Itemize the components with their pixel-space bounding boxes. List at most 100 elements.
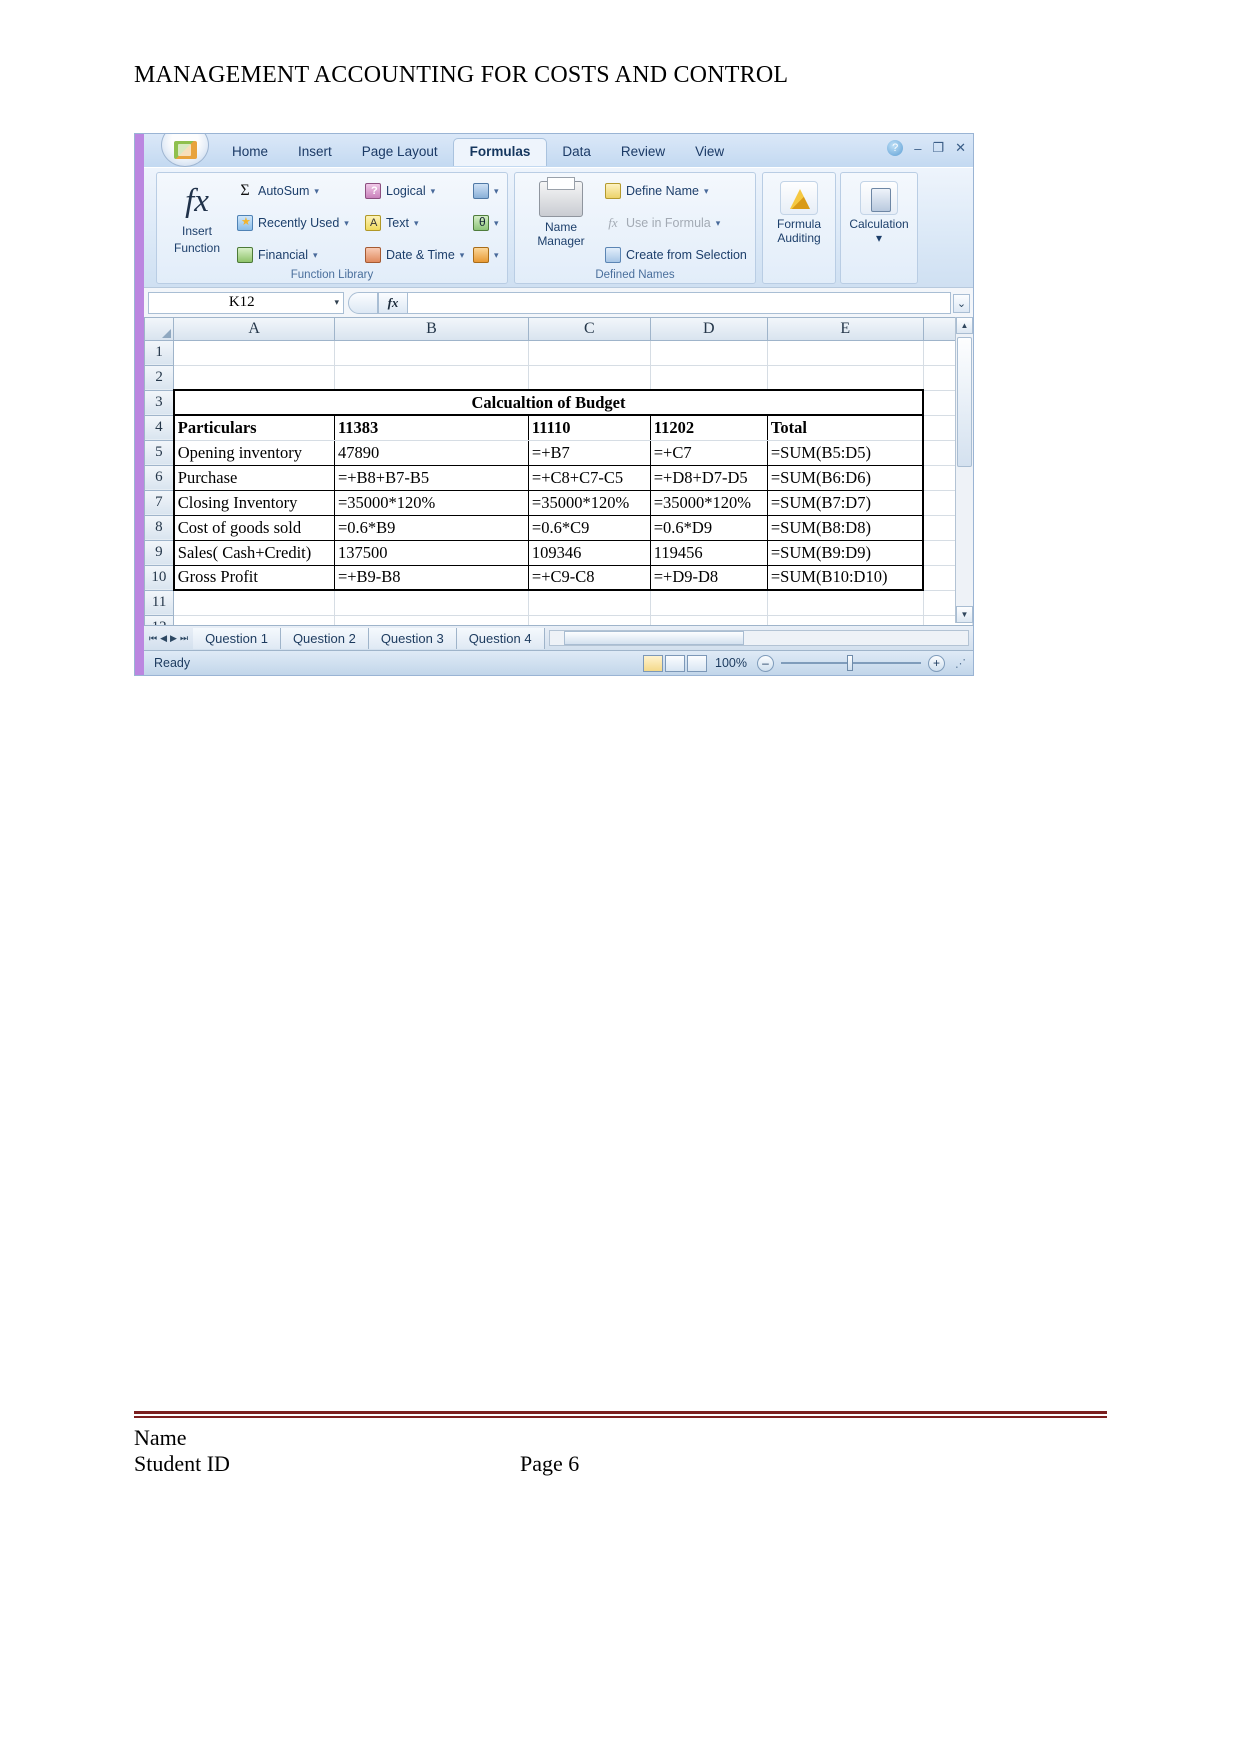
normal-view-icon[interactable] <box>643 654 664 672</box>
close-icon[interactable]: ✕ <box>955 140 966 156</box>
page-break-view-icon[interactable] <box>687 654 708 672</box>
cell-c6[interactable]: =+C8+C7-C5 <box>528 465 651 491</box>
cell-a6[interactable]: Purchase <box>172 465 335 491</box>
zoom-handle[interactable] <box>847 655 853 671</box>
column-header-d[interactable]: D <box>649 318 768 341</box>
scroll-up-icon[interactable]: ▲ <box>956 317 973 334</box>
cell-b2[interactable] <box>334 365 529 391</box>
more-functions-button[interactable]: ▾ <box>473 247 499 263</box>
sheet-tab-question-3[interactable]: Question 3 <box>368 627 457 649</box>
horizontal-scroll-thumb[interactable] <box>563 631 744 645</box>
row-header-5[interactable]: 5 <box>144 439 175 466</box>
row-header-8[interactable]: 8 <box>144 514 175 541</box>
cell-e1[interactable] <box>767 340 924 366</box>
cell-c4[interactable]: 11110 <box>528 414 651 441</box>
insert-function-icon[interactable]: fx <box>378 291 408 314</box>
scroll-down-icon[interactable]: ▼ <box>956 606 973 623</box>
logical-button[interactable]: Logical ▾ <box>365 183 435 199</box>
cell-b9[interactable]: 137500 <box>334 540 529 566</box>
cell-d2[interactable] <box>650 365 768 391</box>
horizontal-scrollbar[interactable] <box>548 630 969 646</box>
cell-c7[interactable]: =35000*120% <box>528 490 651 516</box>
row-header-11[interactable]: 11 <box>144 589 175 616</box>
cell-c9[interactable]: 109346 <box>528 540 651 566</box>
cell-c1[interactable] <box>528 340 651 366</box>
tab-page-layout[interactable]: Page Layout <box>347 139 453 164</box>
lookup-reference-button[interactable]: ▾ <box>473 183 499 199</box>
recently-used-button[interactable]: Recently Used ▾ <box>237 215 349 231</box>
cell-d7[interactable]: =35000*120% <box>650 490 768 516</box>
zoom-track[interactable] <box>781 655 921 671</box>
sheet-tab-question-4[interactable]: Question 4 <box>456 627 545 649</box>
cell-b8[interactable]: =0.6*B9 <box>334 515 529 541</box>
first-sheet-icon[interactable]: ⏮ <box>149 633 157 644</box>
cell-d10[interactable]: =+D9-D8 <box>650 565 768 591</box>
restore-icon[interactable]: ❐ <box>932 140 944 156</box>
tab-home[interactable]: Home <box>217 139 283 164</box>
tab-review[interactable]: Review <box>606 139 680 164</box>
cell-d9[interactable]: 119456 <box>650 540 768 566</box>
cell-c2[interactable] <box>528 365 651 391</box>
cell-d5[interactable]: =+C7 <box>650 440 768 466</box>
cell-a3-budget-title[interactable]: Calcualtion of Budget <box>172 389 925 416</box>
last-sheet-icon[interactable]: ⏭ <box>180 633 188 644</box>
vertical-scroll-thumb[interactable] <box>957 337 972 467</box>
prev-sheet-icon[interactable]: ◀ <box>160 633 167 644</box>
row-header-9[interactable]: 9 <box>144 539 175 566</box>
cell-a5[interactable]: Opening inventory <box>172 440 335 466</box>
cell-d8[interactable]: =0.6*D9 <box>650 515 768 541</box>
cell-d4[interactable]: 11202 <box>650 414 768 441</box>
cell-e10[interactable]: =SUM(B10:D10) <box>767 565 925 591</box>
column-header-c[interactable]: C <box>527 318 651 341</box>
zoom-in-button[interactable]: + <box>928 654 945 672</box>
column-header-a[interactable]: A <box>173 318 335 341</box>
financial-button[interactable]: Financial ▾ <box>237 247 318 263</box>
row-header-1[interactable]: 1 <box>144 339 175 366</box>
select-all-corner[interactable] <box>144 318 175 341</box>
use-in-formula-button[interactable]: fx Use in Formula ▾ <box>605 215 720 231</box>
minimize-icon[interactable]: – <box>914 141 921 156</box>
zoom-out-button[interactable]: – <box>757 654 774 672</box>
chevron-down-icon[interactable]: ▾ <box>334 297 339 308</box>
cell-a1[interactable] <box>173 340 335 366</box>
date-time-button[interactable]: Date & Time ▾ <box>365 247 464 263</box>
cell-b7[interactable]: =35000*120% <box>334 490 529 516</box>
tab-insert[interactable]: Insert <box>283 139 347 164</box>
next-sheet-icon[interactable]: ▶ <box>170 633 177 644</box>
column-header-e[interactable]: E <box>766 318 924 341</box>
cell-a8[interactable]: Cost of goods sold <box>172 515 335 541</box>
resize-grip-icon[interactable]: ⋰ <box>955 657 967 670</box>
formula-auditing-button[interactable]: Formula Auditing <box>762 179 836 245</box>
define-name-button[interactable]: Define Name ▾ <box>605 183 708 199</box>
cell-d11[interactable] <box>650 590 768 616</box>
row-header-7[interactable]: 7 <box>144 489 175 516</box>
sheet-tab-question-2[interactable]: Question 2 <box>280 627 369 649</box>
cell-a2[interactable] <box>173 365 335 391</box>
tab-formulas[interactable]: Formulas <box>452 138 548 166</box>
cell-b5[interactable]: 47890 <box>334 440 529 466</box>
cell-e9[interactable]: =SUM(B9:D9) <box>767 540 925 566</box>
column-header-b[interactable]: B <box>333 318 529 341</box>
cell-a9[interactable]: Sales( Cash+Credit) <box>172 540 335 566</box>
calculation-button[interactable]: Calculation ▾ <box>842 179 916 245</box>
name-box[interactable]: K12 ▾ <box>148 291 344 314</box>
cell-e11[interactable] <box>767 590 924 616</box>
cell-c11[interactable] <box>528 590 651 616</box>
row-header-2[interactable]: 2 <box>144 364 175 391</box>
cell-a4[interactable]: Particulars <box>172 414 335 441</box>
cell-a10[interactable]: Gross Profit <box>172 565 335 591</box>
cell-e2[interactable] <box>767 365 924 391</box>
vertical-scrollbar[interactable]: ▲ ▼ <box>955 317 973 623</box>
formula-input[interactable] <box>408 291 951 314</box>
sheet-tab-question-1[interactable]: Question 1 <box>193 627 281 649</box>
help-icon[interactable]: ? <box>887 140 904 156</box>
cell-c10[interactable]: =+C9-C8 <box>528 565 651 591</box>
row-header-10[interactable]: 10 <box>144 564 175 591</box>
cell-b10[interactable]: =+B9-B8 <box>334 565 529 591</box>
cell-b1[interactable] <box>334 340 529 366</box>
page-layout-view-icon[interactable] <box>665 654 686 672</box>
cell-d6[interactable]: =+D8+D7-D5 <box>650 465 768 491</box>
cell-e7[interactable]: =SUM(B7:D7) <box>767 490 925 516</box>
cell-b11[interactable] <box>334 590 529 616</box>
cancel-formula-icon[interactable] <box>348 291 378 314</box>
